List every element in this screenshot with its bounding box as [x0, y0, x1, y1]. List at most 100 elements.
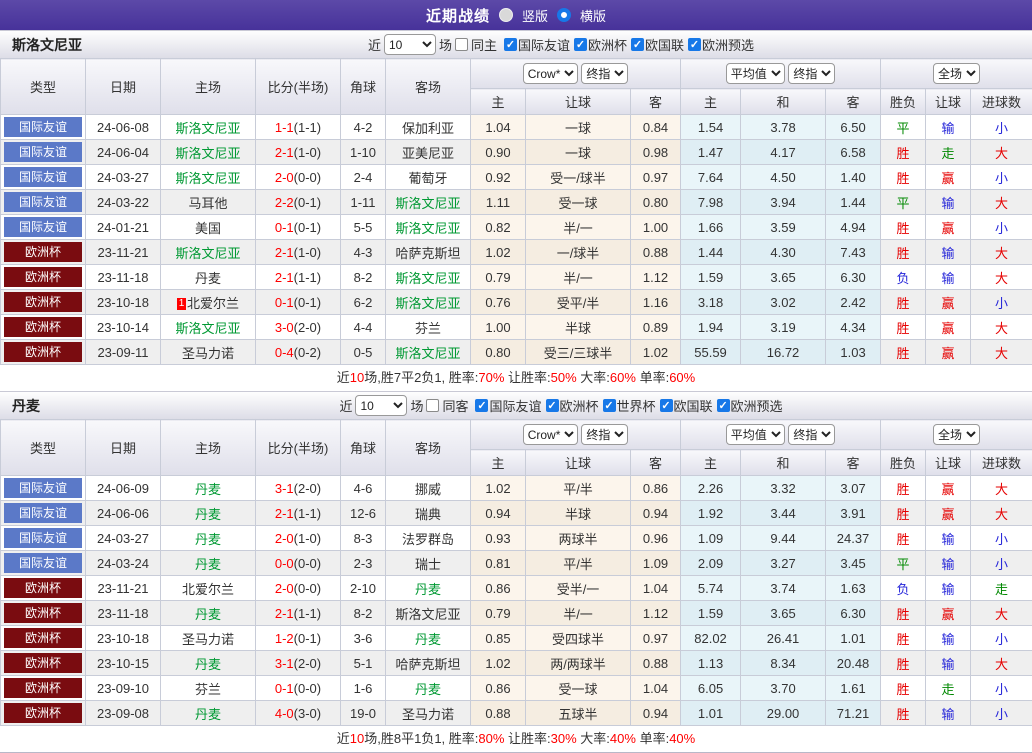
header-result: 胜负: [881, 89, 926, 115]
cell-corners: 1-10: [341, 140, 386, 165]
odds-stage-select[interactable]: 终指: [581, 63, 628, 84]
competition-checkbox[interactable]: ✓: [574, 38, 587, 51]
competition-filter-item: ✓国际友谊: [504, 35, 570, 54]
cell-away-team: 斯洛文尼亚: [386, 190, 471, 215]
competition-checkbox[interactable]: ✓: [603, 399, 616, 412]
competition-badge: 国际友谊: [4, 192, 82, 212]
competition-badge: 欧洲杯: [4, 342, 82, 362]
cell-odds-away: 1.12: [631, 265, 681, 290]
cell-avg-draw: 3.94: [741, 190, 826, 215]
cell-away-team: 哈萨克斯坦: [386, 651, 471, 676]
cell-result: 胜: [881, 676, 926, 701]
cell-goals: 大: [971, 265, 1032, 290]
cell-result: 平: [881, 190, 926, 215]
summary-segment: 近: [337, 370, 350, 385]
cell-avg-draw: 3.44: [741, 501, 826, 526]
cell-competition: 欧洲杯: [1, 340, 86, 365]
cell-odds-away: 1.04: [631, 676, 681, 701]
cell-score: 3-0(2-0): [256, 315, 341, 340]
competition-badge: 国际友谊: [4, 528, 82, 548]
competition-checkbox[interactable]: ✓: [475, 399, 488, 412]
cell-score: 0-0(0-0): [256, 551, 341, 576]
competition-badge: 欧洲杯: [4, 267, 82, 287]
competition-filters: ✓国际友谊✓欧洲杯✓欧国联✓欧洲预选: [500, 35, 754, 54]
near-count-select[interactable]: 10: [355, 395, 407, 416]
cell-handicap-result: 赢: [926, 215, 971, 240]
scope-select[interactable]: 全场: [933, 63, 980, 84]
cell-competition: 国际友谊: [1, 190, 86, 215]
cell-corners: 2-10: [341, 576, 386, 601]
cell-odds-handicap: 受半/一: [526, 576, 631, 601]
cell-competition: 国际友谊: [1, 501, 86, 526]
header-odds-away: 客: [631, 89, 681, 115]
cell-result: 胜: [881, 315, 926, 340]
cell-goals: 大: [971, 140, 1032, 165]
cell-competition: 欧洲杯: [1, 626, 86, 651]
cell-handicap-result: 赢: [926, 476, 971, 501]
average-source-select[interactable]: 平均值: [726, 63, 785, 84]
header-away: 客场: [386, 59, 471, 115]
competition-filter-item: ✓世界杯: [603, 396, 656, 415]
cell-odds-handicap: 一球: [526, 140, 631, 165]
competition-label: 欧洲预选: [731, 396, 783, 415]
cell-avg-draw: 3.32: [741, 476, 826, 501]
average-source-select[interactable]: 平均值: [726, 424, 785, 445]
average-stage-select[interactable]: 终指: [788, 424, 835, 445]
header-avg-home: 主: [681, 450, 741, 476]
summary-segment: 场,胜8平1负1, 胜率:: [364, 731, 478, 746]
competition-checkbox[interactable]: ✓: [631, 38, 644, 51]
scope-select[interactable]: 全场: [933, 424, 980, 445]
cell-competition: 国际友谊: [1, 551, 86, 576]
cell-avg-away: 3.45: [826, 551, 881, 576]
cell-goals: 小: [971, 701, 1032, 726]
cell-competition: 欧洲杯: [1, 315, 86, 340]
cell-odds-home: 0.81: [471, 551, 526, 576]
cell-score: 1-2(0-1): [256, 626, 341, 651]
odds-source-select[interactable]: Crow*: [523, 424, 578, 445]
match-row: 欧洲杯23-11-21斯洛文尼亚2-1(1-0)4-3哈萨克斯坦1.02一/球半…: [1, 240, 1032, 265]
near-count-select[interactable]: 10: [384, 34, 436, 55]
cell-competition: 欧洲杯: [1, 290, 86, 315]
competition-checkbox[interactable]: ✓: [546, 399, 559, 412]
cell-result: 胜: [881, 626, 926, 651]
cell-avg-home: 1.59: [681, 601, 741, 626]
cell-odds-home: 0.88: [471, 701, 526, 726]
vertical-layout-radio[interactable]: [499, 8, 513, 22]
odds-stage-select[interactable]: 终指: [581, 424, 628, 445]
cell-competition: 欧洲杯: [1, 601, 86, 626]
match-row: 国际友谊24-01-21美国0-1(0-1)5-5斯洛文尼亚0.82半/一1.0…: [1, 215, 1032, 240]
competition-checkbox[interactable]: ✓: [688, 38, 701, 51]
cell-handicap-result: 输: [926, 551, 971, 576]
summary-line: 近10场,胜8平1负1, 胜率:80% 让胜率:30% 大率:40% 单率:40…: [0, 726, 1032, 752]
competition-checkbox[interactable]: ✓: [717, 399, 730, 412]
cell-odds-home: 0.94: [471, 501, 526, 526]
cell-avg-home: 1.66: [681, 215, 741, 240]
cell-avg-home: 7.98: [681, 190, 741, 215]
competition-badge: 欧洲杯: [4, 678, 82, 698]
match-row: 国际友谊24-06-04斯洛文尼亚2-1(1-0)1-10亚美尼亚0.90一球0…: [1, 140, 1032, 165]
cell-home-team: 丹麦: [161, 265, 256, 290]
summary-line: 近10场,胜7平2负1, 胜率:70% 让胜率:50% 大率:60% 单率:60…: [0, 365, 1032, 391]
cell-odds-handicap: 受一/球半: [526, 165, 631, 190]
cell-odds-away: 1.09: [631, 551, 681, 576]
cell-goals: 小: [971, 626, 1032, 651]
competition-badge: 欧洲杯: [4, 628, 82, 648]
match-row: 国际友谊24-03-24丹麦0-0(0-0)2-3瑞士0.81平/半1.092.…: [1, 551, 1032, 576]
cell-score: 0-1(0-1): [256, 290, 341, 315]
average-stage-select[interactable]: 终指: [788, 63, 835, 84]
competition-checkbox[interactable]: ✓: [504, 38, 517, 51]
match-row: 欧洲杯23-11-18丹麦2-1(1-1)8-2斯洛文尼亚0.79半/一1.12…: [1, 601, 1032, 626]
cell-competition: 欧洲杯: [1, 240, 86, 265]
competition-checkbox[interactable]: ✓: [660, 399, 673, 412]
same-venue-checkbox[interactable]: [455, 38, 468, 51]
odds-source-select[interactable]: Crow*: [523, 63, 578, 84]
horizontal-layout-radio[interactable]: [557, 8, 571, 22]
same-venue-checkbox[interactable]: [426, 399, 439, 412]
cell-score: 2-1(1-1): [256, 265, 341, 290]
cell-date: 23-09-10: [86, 676, 161, 701]
competition-filter-item: ✓欧洲杯: [574, 35, 627, 54]
cell-result: 胜: [881, 476, 926, 501]
cell-home-team: 丹麦: [161, 601, 256, 626]
cell-home-team: 美国: [161, 215, 256, 240]
competition-label: 欧国联: [674, 396, 713, 415]
